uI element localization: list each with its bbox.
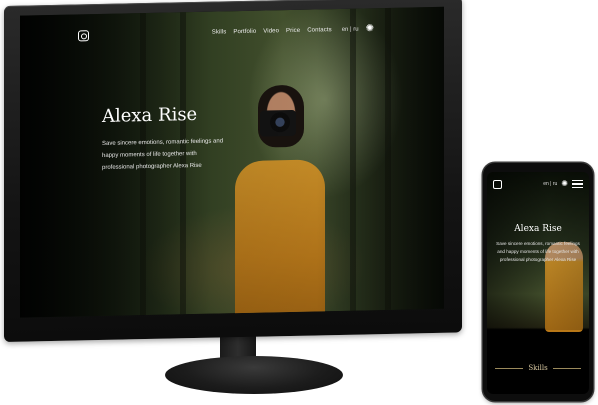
mobile-phone: en | ru ✺ Alexa Rise Save sincere emotio… <box>483 163 593 401</box>
hamburger-menu-icon[interactable] <box>572 180 583 188</box>
camera-logo-icon[interactable] <box>493 179 502 189</box>
skills-heading-label: Skills <box>528 364 548 372</box>
mobile-hero-title: Alexa Rise <box>514 224 562 234</box>
hero-description: Save sincere emotions, romantic feelings… <box>102 138 224 171</box>
nav-link-skills[interactable]: Skills <box>212 29 227 35</box>
desktop-screen: Skills Portfolio Video Price Contacts en… <box>20 6 444 318</box>
mobile-hero-description: Save sincere emotions, romantic feelings… <box>496 241 580 262</box>
camera-logo-icon[interactable] <box>78 29 89 41</box>
sun-icon[interactable]: ✺ <box>366 23 374 34</box>
skills-section-heading: Skills <box>495 364 582 372</box>
nav-link-contacts[interactable]: Contacts <box>307 27 331 34</box>
sun-icon[interactable]: ✺ <box>561 180 568 188</box>
desktop-nav-links: Skills Portfolio Video Price Contacts en… <box>212 23 374 37</box>
nav-link-video[interactable]: Video <box>263 28 279 34</box>
divider <box>495 367 524 369</box>
divider <box>552 367 582 369</box>
mobile-screen: en | ru ✺ Alexa Rise Save sincere emotio… <box>487 172 589 394</box>
language-switcher[interactable]: en | ru <box>342 27 359 33</box>
mobile-language-switcher[interactable]: en | ru <box>543 181 557 187</box>
nav-link-price[interactable]: Price <box>286 28 300 34</box>
desktop-monitor: Skills Portfolio Video Price Contacts en… <box>4 0 462 342</box>
monitor-stand-base <box>165 356 343 394</box>
nav-link-portfolio[interactable]: Portfolio <box>233 29 256 35</box>
hero-title: Alexa Rise <box>102 103 198 127</box>
mobile-navbar: en | ru ✺ <box>493 178 583 190</box>
